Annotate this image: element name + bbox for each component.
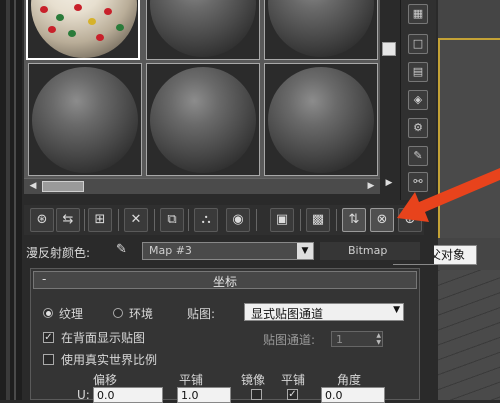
- make-preview-icon[interactable]: ◈: [408, 90, 428, 110]
- offset-column-label: 偏移: [93, 373, 118, 387]
- texture-label: 纹理: [59, 307, 84, 321]
- go-forward-to-sibling-icon[interactable]: ⊗: [370, 208, 394, 232]
- rollout-title: 坐标: [212, 275, 237, 289]
- sample-uv-icon[interactable]: □: [408, 34, 428, 54]
- real-world-scale-checkbox[interactable]: [43, 354, 54, 365]
- assign-to-selection-icon[interactable]: ⊞: [88, 208, 112, 232]
- u-offset-field[interactable]: 0.0: [93, 387, 163, 403]
- video-color-check-icon[interactable]: ▤: [408, 62, 428, 82]
- sphere-preview: [150, 67, 256, 173]
- sample-slot-5[interactable]: [146, 63, 260, 176]
- sphere-texture-pattern: [26, 0, 140, 60]
- get-material-icon[interactable]: ⊛: [30, 208, 54, 232]
- chevron-down-icon[interactable]: ▼: [297, 243, 313, 259]
- coordinates-rollout: - 坐标 纹理 环境 贴图: 显式贴图通道 ▼ ✓ 在背面显示贴图 贴图通道: …: [30, 268, 420, 403]
- material-toolbar: ⊛ ⇆ ⊞ ✕ ⧉ ⛬ ◉ ▣ ▩ ⇅ ⊗ ⊕: [24, 205, 424, 235]
- viewport-grid: [438, 270, 500, 400]
- u-tile-checkbox[interactable]: ✓: [287, 389, 298, 400]
- map-type-button[interactable]: Bitmap: [320, 242, 420, 260]
- background-checker-icon[interactable]: ▦: [408, 4, 428, 24]
- map-channel-value: 1: [336, 333, 343, 346]
- reset-map-icon[interactable]: ✕: [124, 208, 148, 232]
- map-channel-label: 贴图通道:: [263, 333, 316, 347]
- make-unique-icon[interactable]: ⧉: [160, 208, 184, 232]
- sample-slot-2[interactable]: [146, 0, 260, 60]
- scroll-left-arrow-icon[interactable]: ◀: [26, 180, 40, 193]
- slot-horizontal-scrollbar[interactable]: ◀ ▶: [24, 178, 380, 194]
- map-name-value: Map #3: [149, 244, 192, 257]
- eyedropper-icon[interactable]: ✎: [116, 242, 134, 260]
- diffuse-color-label: 漫反射颜色:: [26, 246, 91, 260]
- texture-radio[interactable]: [43, 308, 53, 318]
- environ-label: 环境: [129, 307, 154, 321]
- mapping-dropdown[interactable]: 显式贴图通道 ▼: [244, 303, 404, 321]
- rollout-header[interactable]: - 坐标: [33, 271, 417, 289]
- mirror-column-label: 镜像: [241, 373, 266, 387]
- u-tiling-field[interactable]: 1.0: [177, 387, 231, 403]
- show-map-on-back-label: 在背面显示贴图: [61, 331, 146, 345]
- u-angle-value: 0.0: [325, 389, 343, 402]
- sphere-preview: [268, 0, 374, 57]
- u-tiling-value: 1.0: [181, 389, 199, 402]
- sample-type-button[interactable]: [382, 42, 396, 56]
- sample-slot-3[interactable]: [264, 0, 378, 60]
- sample-slot-4[interactable]: [28, 63, 142, 176]
- u-mirror-checkbox[interactable]: [251, 389, 262, 400]
- sample-slot-6[interactable]: [264, 63, 378, 176]
- scroll-thumb[interactable]: [42, 181, 84, 192]
- annotation-arrow-icon: [397, 168, 500, 222]
- chevron-down-icon[interactable]: ▼: [393, 305, 400, 315]
- map-channel-spinner[interactable]: 1 ▲ ▼: [331, 331, 383, 347]
- tiling-column-label: 平铺: [179, 373, 204, 387]
- sphere-preview: [32, 67, 138, 173]
- u-angle-field[interactable]: 0.0: [321, 387, 385, 403]
- angle-column-label: 角度: [337, 373, 362, 387]
- show-map-in-viewport-icon[interactable]: ▣: [270, 208, 294, 232]
- map-name-dropdown[interactable]: Map #3 ▼: [142, 242, 314, 260]
- real-world-scale-label: 使用真实世界比例: [61, 353, 158, 367]
- left-panel-edge: [0, 0, 22, 400]
- u-offset-value: 0.0: [97, 389, 115, 402]
- sphere-preview: [150, 0, 256, 57]
- scroll-corner-icon: ▶: [385, 178, 393, 188]
- diffuse-row: 漫反射颜色: ✎ Map #3 ▼ Bitmap: [24, 238, 434, 264]
- options-icon[interactable]: ⚙: [408, 118, 428, 138]
- material-id-channel-icon[interactable]: ◉: [226, 208, 250, 232]
- scroll-right-arrow-icon[interactable]: ▶: [364, 180, 378, 193]
- spinner-arrows-icon[interactable]: ▲ ▼: [376, 332, 381, 346]
- put-to-library-icon[interactable]: ⛬: [194, 208, 218, 232]
- put-to-scene-icon[interactable]: ⇆: [56, 208, 80, 232]
- sphere-preview: [268, 67, 374, 173]
- go-to-parent-icon[interactable]: ⇅: [342, 208, 366, 232]
- mapping-value: 显式贴图通道: [251, 307, 324, 321]
- mapping-label: 贴图:: [187, 307, 216, 321]
- tile-column-label: 平铺: [281, 373, 306, 387]
- show-end-result-icon[interactable]: ▩: [306, 208, 330, 232]
- show-map-on-back-checkbox[interactable]: ✓: [43, 332, 54, 343]
- environ-radio[interactable]: [113, 308, 123, 318]
